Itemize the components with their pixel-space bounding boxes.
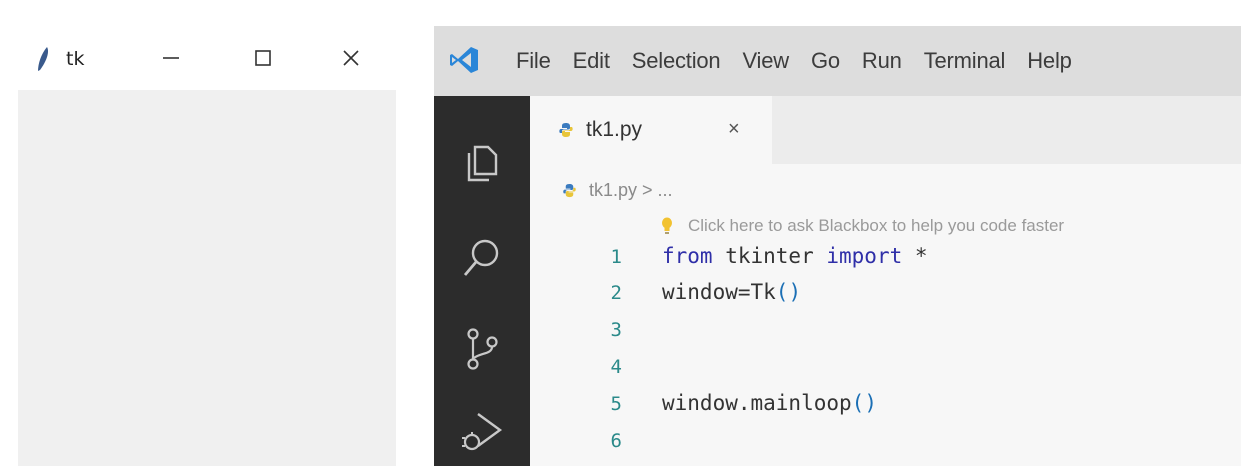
code-line: 1 from tkinter import * (530, 240, 1241, 276)
run-debug-icon[interactable] (458, 406, 506, 454)
code-text: window=Tk() (662, 276, 801, 304)
vscode-window: File Edit Selection View Go Run Terminal… (434, 26, 1241, 466)
line-number: 4 (610, 356, 622, 378)
explorer-icon[interactable] (458, 138, 506, 186)
menu-help[interactable]: Help (1027, 48, 1072, 74)
code-token: * (902, 244, 928, 268)
tab-close-icon[interactable]: × (728, 118, 740, 141)
tk-client-area (18, 90, 396, 466)
line-number: 5 (610, 393, 622, 415)
menu-bar: File Edit Selection View Go Run Terminal… (434, 26, 1241, 96)
paren: ( (775, 280, 789, 304)
line-number: 3 (610, 319, 622, 341)
line-number: 6 (610, 430, 622, 452)
blackbox-hint[interactable]: Click here to ask Blackbox to help you c… (660, 214, 1064, 238)
menu-run[interactable]: Run (862, 48, 902, 74)
vscode-logo-icon (450, 47, 478, 73)
module-name: tkinter (712, 244, 827, 268)
tab-tk1-py[interactable]: tk1.py × (530, 96, 772, 164)
menu-view[interactable]: View (742, 48, 789, 74)
tk-window: tk (18, 18, 396, 466)
close-icon (343, 50, 359, 66)
keyword: import (826, 244, 903, 268)
breadcrumb[interactable]: tk1.py > ... (562, 178, 673, 202)
activity-bar (434, 96, 530, 466)
menu-items: File Edit Selection View Go Run Terminal… (516, 26, 1094, 96)
maximize-button[interactable] (233, 36, 293, 80)
code-line: 5 window.mainloop() (530, 387, 1241, 423)
tk-titlebar: tk (18, 18, 396, 90)
window-title: tk (66, 48, 85, 70)
python-file-icon (559, 123, 573, 137)
line-number: 1 (610, 246, 622, 268)
menu-terminal[interactable]: Terminal (924, 48, 1006, 74)
code-token: window=Tk (662, 280, 776, 304)
code-line: 3 (530, 313, 1241, 349)
code-line: 6 (530, 424, 1241, 460)
paren: ) (788, 280, 802, 304)
code-token: window.mainloop (662, 391, 852, 415)
python-file-icon (563, 183, 576, 197)
menu-selection[interactable]: Selection (632, 48, 721, 74)
paren: ) (864, 391, 877, 415)
source-control-icon[interactable] (458, 324, 506, 372)
code-line: 2 window=Tk() (530, 276, 1241, 312)
paren: ( (851, 391, 865, 415)
code-text: window.mainloop() (662, 387, 877, 415)
close-button[interactable] (321, 36, 381, 80)
menu-edit[interactable]: Edit (573, 48, 610, 74)
search-icon[interactable] (458, 234, 506, 282)
maximize-icon (255, 50, 271, 66)
keyword: from (662, 244, 713, 268)
lightbulb-icon (662, 217, 672, 234)
code-line: 4 (530, 350, 1241, 386)
minimize-button[interactable] (141, 36, 201, 80)
line-number: 2 (610, 282, 622, 304)
breadcrumb-text: tk1.py > ... (589, 179, 673, 200)
editor-tabs: tk1.py × (530, 96, 1241, 164)
menu-go[interactable]: Go (811, 48, 840, 74)
tab-label: tk1.py (586, 118, 643, 141)
code-text: from tkinter import * (662, 240, 928, 268)
minimize-icon (163, 57, 179, 59)
menu-file[interactable]: File (516, 48, 551, 74)
tk-feather-icon (38, 47, 49, 71)
hint-text: Click here to ask Blackbox to help you c… (688, 216, 1065, 235)
